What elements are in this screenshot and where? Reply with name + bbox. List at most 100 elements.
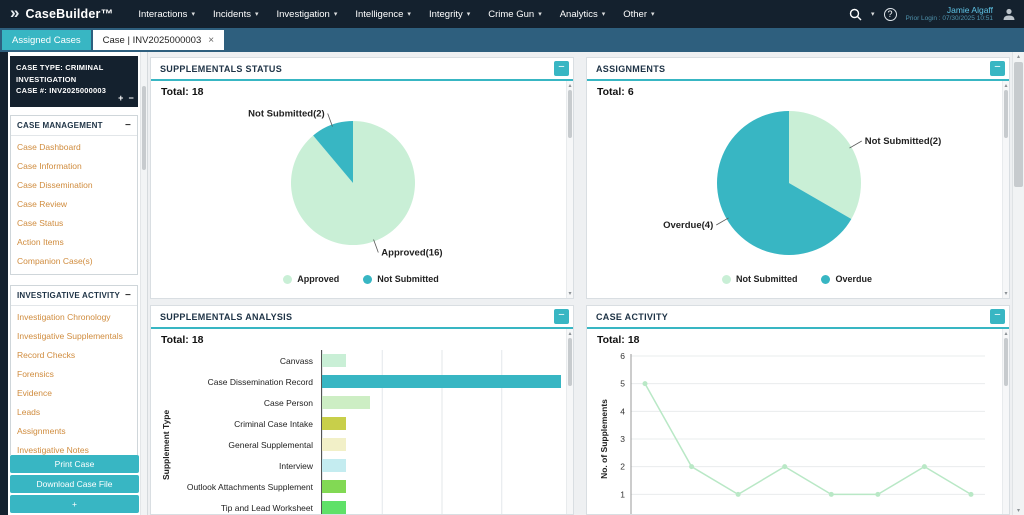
collapse-icon[interactable]: − [125, 120, 131, 131]
bar-row: Tip and Lead Worksheet [173, 497, 561, 514]
scroll-up-icon[interactable]: ▴ [1013, 53, 1024, 60]
panel-title: ASSIGNMENTS [596, 64, 665, 74]
minimize-button[interactable]: − [554, 309, 569, 324]
scroll-down-icon[interactable]: ▾ [567, 290, 573, 297]
total-label: Total: [161, 334, 189, 346]
tab-case[interactable]: Case | INV2025000003 × [93, 30, 224, 50]
legend-swatch [821, 275, 830, 284]
bar-canvass [322, 354, 346, 367]
bar-track [321, 413, 561, 434]
sidebar-item-investigative-supplementals[interactable]: Investigative Supplementals [11, 327, 137, 346]
scroll-down-icon[interactable]: ▾ [1003, 290, 1009, 297]
menu-investigation[interactable]: Investigation▾ [268, 0, 347, 28]
svg-text:4: 4 [620, 406, 625, 416]
app-brand: CaseBuilder™ [25, 7, 113, 21]
sidebar-item-case-dissemination[interactable]: Case Dissemination [11, 176, 137, 195]
help-icon[interactable]: ? [884, 8, 897, 21]
download-case-file-button[interactable]: Download Case File [10, 475, 139, 493]
app-logo-icon[interactable]: » [10, 3, 19, 23]
sidebar-item-leads[interactable]: Leads [11, 403, 137, 422]
dashboard-grid: SUPPLEMENTALS STATUS − Total:18 Approved… [150, 52, 1010, 515]
add-button[interactable]: + [10, 495, 139, 513]
menu-intelligence[interactable]: Intelligence▾ [346, 0, 420, 28]
minimize-button[interactable]: − [554, 61, 569, 76]
user-name: Jamie Algaff [906, 5, 993, 16]
chart-legend: ApprovedNot Submitted [161, 267, 561, 291]
section-case-management: CASE MANAGEMENT − Case Dashboard Case In… [10, 115, 138, 275]
user-menu[interactable]: Jamie Algaff Prior Login : 07/30/2025 10… [906, 5, 993, 24]
bar-general-supplemental [322, 438, 346, 451]
bar-track [321, 350, 561, 371]
sidebar-item-case-dashboard[interactable]: Case Dashboard [11, 138, 137, 157]
bar-row: Canvass [173, 350, 561, 371]
search-icon[interactable] [849, 8, 862, 21]
case-type: CASE TYPE: CRIMINAL INVESTIGATION [16, 62, 132, 85]
scroll-up-icon[interactable]: ▴ [567, 82, 573, 89]
total-value: 18 [192, 86, 204, 98]
scroll-down-icon[interactable]: ▾ [1013, 507, 1024, 514]
menu-label: Crime Gun [488, 9, 534, 20]
menu-incidents[interactable]: Incidents▾ [204, 0, 268, 28]
menu-crime-gun[interactable]: Crime Gun▾ [479, 0, 550, 28]
panel-scrollbar[interactable]: ▴ ▾ [566, 81, 573, 298]
sidebar-item-forensics[interactable]: Forensics [11, 365, 137, 384]
sidebar-item-evidence[interactable]: Evidence [11, 384, 137, 403]
bar-category-label: General Supplemental [173, 440, 321, 450]
section-title: CASE MANAGEMENT [17, 121, 103, 130]
sidebar-item-record-checks[interactable]: Record Checks [11, 346, 137, 365]
svg-text:3: 3 [620, 434, 625, 444]
chevron-down-icon: ▾ [467, 10, 471, 18]
chevron-down-icon: ▾ [255, 10, 259, 18]
legend-item-overdue: Overdue [821, 274, 872, 284]
scroll-up-icon[interactable]: ▴ [1003, 82, 1009, 89]
main-menu: Interactions▾ Incidents▾ Investigation▾ … [129, 0, 663, 28]
scrollbar-thumb[interactable] [568, 338, 572, 386]
panel-scrollbar[interactable]: ▴ ▾ [1002, 81, 1009, 298]
sidebar-item-case-review[interactable]: Case Review [11, 195, 137, 214]
menu-label: Other [623, 9, 647, 20]
menu-integrity[interactable]: Integrity ▾ [420, 0, 479, 28]
panel-scrollbar[interactable]: ▴ [1002, 329, 1009, 514]
sidebar-item-case-information[interactable]: Case Information [11, 157, 137, 176]
bar-category-label: Case Person [173, 398, 321, 408]
sidebar-item-case-status[interactable]: Case Status [11, 214, 137, 233]
sidebar-item-companion-cases[interactable]: Companion Case(s) [11, 252, 137, 271]
scrollbar-thumb[interactable] [1014, 62, 1023, 187]
scrollbar-thumb[interactable] [1004, 338, 1008, 386]
sidebar-item-assignments[interactable]: Assignments [11, 422, 137, 441]
legend-item-not-submitted: Not Submitted [363, 274, 439, 284]
scrollbar-thumb[interactable] [1004, 90, 1008, 138]
scrollbar-thumb[interactable] [568, 90, 572, 138]
supplementals-status-pie-chart: Approved(16)Not Submitted(2) [161, 99, 561, 267]
tab-assigned-cases[interactable]: Assigned Cases [2, 30, 91, 50]
bar-track [321, 476, 561, 497]
navbar-right: ▾ ? Jamie Algaff Prior Login : 07/30/202… [849, 5, 1016, 24]
menu-label: Integrity [429, 9, 463, 20]
print-case-button[interactable]: Print Case [10, 455, 139, 473]
user-avatar-icon[interactable] [1002, 7, 1016, 21]
search-caret-icon[interactable]: ▾ [871, 10, 875, 18]
minimize-button[interactable]: − [990, 309, 1005, 324]
page-scrollbar[interactable]: ▴ ▾ [1012, 52, 1024, 515]
close-icon[interactable]: × [208, 35, 214, 46]
scrollbar-thumb[interactable] [142, 86, 146, 170]
sidebar-scrollbar[interactable] [140, 52, 147, 515]
panel-scrollbar[interactable]: ▴ [566, 329, 573, 514]
menu-interactions[interactable]: Interactions▾ [129, 0, 204, 28]
assignments-pie-svg: Not Submitted(2)Overdue(4) [597, 99, 997, 267]
menu-other[interactable]: Other▾ [614, 0, 663, 28]
case-box-expand-icon[interactable]: + [118, 92, 123, 106]
bar-criminal-case-intake [322, 417, 346, 430]
legend-label: Overdue [835, 274, 872, 284]
case-summary-box: CASE TYPE: CRIMINAL INVESTIGATION CASE #… [10, 56, 138, 107]
sidebar-item-action-items[interactable]: Action Items [11, 233, 137, 252]
collapse-icon[interactable]: − [125, 290, 131, 301]
minimize-button[interactable]: − [990, 61, 1005, 76]
scroll-up-icon[interactable]: ▴ [567, 330, 573, 337]
sidebar-item-investigation-chronology[interactable]: Investigation Chronology [11, 308, 137, 327]
case-box-collapse-icon[interactable]: − [129, 92, 134, 106]
menu-analytics[interactable]: Analytics▾ [551, 0, 615, 28]
content-area: CASE TYPE: CRIMINAL INVESTIGATION CASE #… [0, 52, 1024, 515]
scroll-up-icon[interactable]: ▴ [1003, 330, 1009, 337]
total-label: Total: [597, 86, 625, 98]
